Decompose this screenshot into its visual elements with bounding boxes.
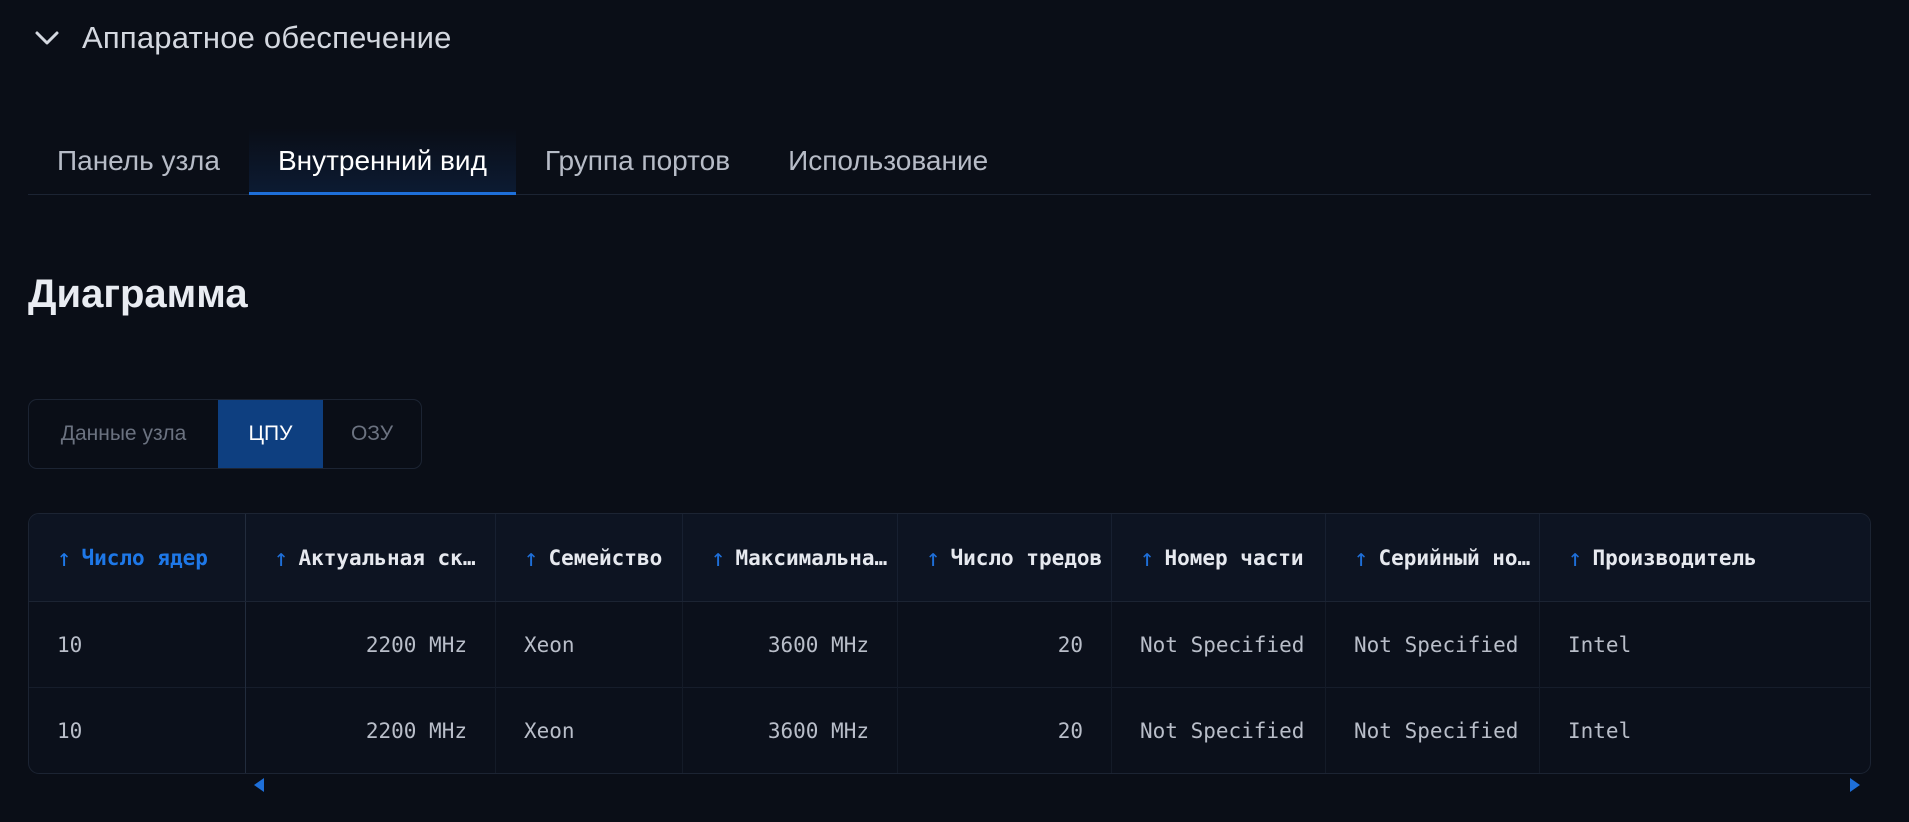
arrow-up-icon: ↑ (57, 543, 72, 572)
cell-part-number: Not Specified (1112, 602, 1326, 688)
cell-family: Xeon (496, 602, 683, 688)
cell-cores: 10 (29, 602, 246, 688)
cell-cores: 10 (29, 688, 246, 773)
cell-current-speed: 2200 MHz (246, 602, 496, 688)
arrow-up-icon: ↑ (524, 543, 539, 572)
view-segmented-control: Данные узла ЦПУ ОЗУ (28, 399, 422, 469)
segment-node-data[interactable]: Данные узла (29, 400, 218, 468)
scroll-right-arrow-icon[interactable] (1850, 778, 1860, 792)
arrow-up-icon: ↑ (1140, 543, 1155, 572)
segment-ram[interactable]: ОЗУ (323, 400, 421, 468)
section-title: Аппаратное обеспечение (82, 20, 452, 55)
tab-port-group[interactable]: Группа портов (516, 128, 759, 194)
hardware-section-toggle[interactable]: Аппаратное обеспечение (34, 20, 452, 56)
scroll-left-arrow-icon[interactable] (254, 778, 264, 792)
arrow-up-icon: ↑ (1354, 543, 1369, 572)
arrow-up-icon: ↑ (926, 543, 941, 572)
table-row: 10 2200 MHz Xeon 3600 MHz 20 Not Specifi… (29, 602, 1870, 688)
cell-max-speed: 3600 MHz (683, 688, 898, 773)
cell-manufacturer: Intel (1568, 719, 1632, 743)
chevron-down-icon (34, 29, 60, 47)
cell-max-speed: 3600 MHz (683, 602, 898, 688)
arrow-up-icon: ↑ (711, 543, 726, 572)
cell-threads: 20 (898, 602, 1112, 688)
tab-node-panel[interactable]: Панель узла (28, 128, 249, 194)
cell-manufacturer: Intel (1568, 633, 1632, 657)
column-header-serial-number[interactable]: ↑ Серийный но… (1326, 514, 1540, 601)
segment-cpu[interactable]: ЦПУ (218, 400, 323, 468)
cell-part-number: Not Specified (1112, 688, 1326, 773)
cell-serial-number: Not Specified (1326, 688, 1540, 773)
tab-bar: Панель узла Внутренний вид Группа портов… (28, 128, 1871, 195)
column-header-current-speed[interactable]: ↑ Актуальная ск… (246, 514, 496, 601)
cpu-table: ↑ Число ядер ↑ Актуальная ск… ↑ Семейство ↑… (28, 513, 1871, 774)
table-header: ↑ Число ядер ↑ Актуальная ск… ↑ Семейство ↑… (29, 514, 1870, 602)
table-row: 10 2200 MHz Xeon 3600 MHz 20 Not Specifi… (29, 688, 1870, 773)
column-header-part-number[interactable]: ↑ Номер части (1112, 514, 1326, 601)
column-header-manufacturer[interactable]: ↑ Производитель (1540, 514, 1870, 601)
cell-current-speed: 2200 MHz (246, 688, 496, 773)
tab-usage[interactable]: Использование (759, 128, 1017, 194)
cell-family: Xeon (496, 688, 683, 773)
arrow-up-icon: ↑ (274, 543, 289, 572)
column-header-threads[interactable]: ↑ Число тредов (898, 514, 1112, 601)
page-title: Диаграмма (28, 272, 248, 316)
cell-threads: 20 (898, 688, 1112, 773)
page: Аппаратное обеспечение Панель узла Внутр… (0, 0, 1909, 822)
column-header-family[interactable]: ↑ Семейство (496, 514, 683, 601)
arrow-up-icon: ↑ (1568, 543, 1583, 572)
tab-internal-view[interactable]: Внутренний вид (248, 128, 516, 195)
column-header-cores[interactable]: ↑ Число ядер (29, 514, 246, 601)
column-header-max-speed[interactable]: ↑ Максимальна… (683, 514, 898, 601)
cell-serial-number: Not Specified (1326, 602, 1540, 688)
